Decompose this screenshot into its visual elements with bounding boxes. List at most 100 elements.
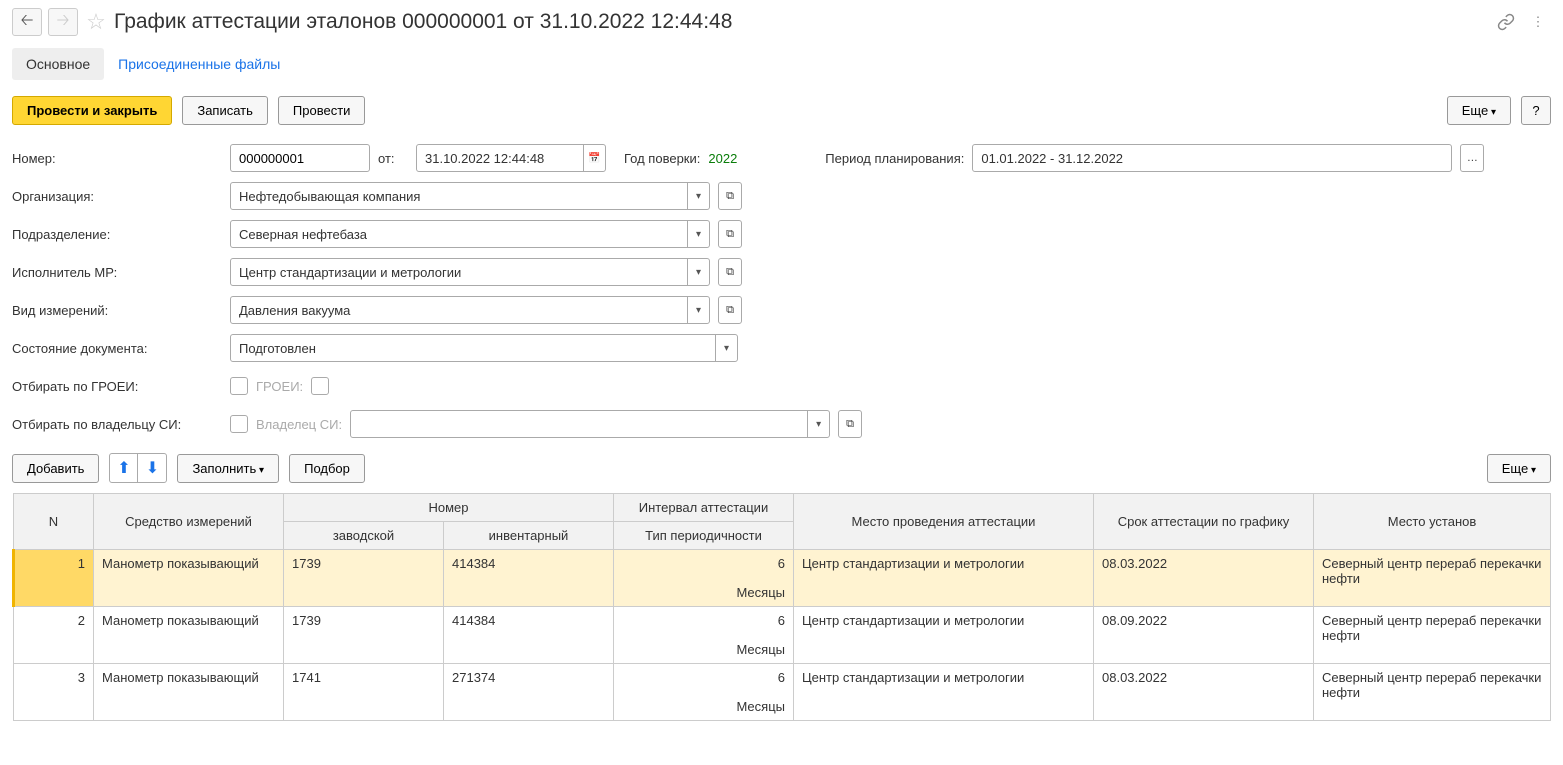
number-input[interactable] [230,144,370,172]
calendar-icon[interactable]: 📅 [583,145,605,171]
cell-factory: 1739 [284,607,444,664]
division-label: Подразделение: [12,227,222,242]
cell-n: 3 [14,664,94,721]
chevron-down-icon[interactable]: ▾ [687,259,709,285]
nav-forward-button[interactable]: 🡢 [48,8,78,36]
cell-location: Центр стандартизации и метрологии [794,607,1094,664]
measurement-type-open-button[interactable]: ⧉ [718,296,742,324]
data-table: N Средство измерений Номер Интервал атте… [12,493,1551,721]
cell-install-location: Северный центр перераб перекачки нефти [1314,550,1551,607]
chevron-down-icon[interactable]: ▾ [807,411,829,437]
cell-deadline: 08.03.2022 [1094,664,1314,721]
chevron-down-icon[interactable]: ▾ [687,297,709,323]
post-and-close-button[interactable]: Провести и закрыть [12,96,172,125]
doc-state-label: Состояние документа: [12,341,222,356]
col-instrument[interactable]: Средство измерений [94,494,284,550]
filter-groei-checkbox[interactable] [230,377,248,395]
year-label: Год поверки: [624,151,700,166]
col-interval[interactable]: Интервал аттестации [614,494,794,522]
executor-label: Исполнитель МР: [12,265,222,280]
executor-value: Центр стандартизации и метрологии [231,261,687,284]
pick-button[interactable]: Подбор [289,454,365,483]
move-down-button[interactable]: ⬇ [138,454,166,482]
cell-interval: 6 Месяцы [614,664,794,721]
org-value: Нефтедобывающая компания [231,185,687,208]
cell-n: 1 [14,550,94,607]
filter-groei-label: Отбирать по ГРОЕИ: [12,379,222,394]
cell-location: Центр стандартизации и метрологии [794,664,1094,721]
cell-factory: 1741 [284,664,444,721]
org-open-button[interactable]: ⧉ [718,182,742,210]
cell-instrument: Манометр показывающий [94,607,284,664]
owner-label: Владелец СИ: [256,417,342,432]
period-ellipsis-button[interactable]: … [1460,144,1484,172]
link-icon[interactable] [1493,9,1519,35]
year-value: 2022 [708,151,737,166]
move-up-button[interactable]: ⬆ [110,454,138,482]
executor-open-button[interactable]: ⧉ [718,258,742,286]
org-label: Организация: [12,189,222,204]
table-row[interactable]: 1 Манометр показывающий 1739 414384 6 Ме… [14,550,1551,607]
measurement-type-select[interactable]: Давления вакуума ▾ [230,296,710,324]
chevron-down-icon[interactable]: ▾ [687,183,709,209]
doc-state-value: Подготовлен [231,337,715,360]
date-input[interactable]: 31.10.2022 12:44:48 📅 [416,144,606,172]
post-button[interactable]: Провести [278,96,366,125]
help-button[interactable]: ? [1521,96,1551,125]
chevron-down-icon[interactable]: ▾ [715,335,737,361]
cell-n: 2 [14,607,94,664]
col-factory[interactable]: заводской [284,522,444,550]
period-label: Период планирования: [825,151,964,166]
filter-owner-label: Отбирать по владельцу СИ: [12,417,222,432]
groei-checkbox[interactable] [311,377,329,395]
owner-select[interactable]: ▾ [350,410,830,438]
cell-interval: 6 Месяцы [614,550,794,607]
executor-select[interactable]: Центр стандартизации и метрологии ▾ [230,258,710,286]
favorite-star-icon[interactable]: ☆ [84,10,108,34]
col-install-location[interactable]: Место установ [1314,494,1551,550]
cell-install-location: Северный центр перераб перекачки нефти [1314,664,1551,721]
kebab-menu-icon[interactable]: ⋮ [1525,9,1551,35]
col-number[interactable]: Номер [284,494,614,522]
cell-inventory: 271374 [444,664,614,721]
cell-factory: 1739 [284,550,444,607]
date-value: 31.10.2022 12:44:48 [417,147,583,170]
table-row[interactable]: 3 Манометр показывающий 1741 271374 6 Ме… [14,664,1551,721]
more-button[interactable]: Еще [1447,96,1511,125]
groei-label: ГРОЕИ: [256,379,303,394]
cell-instrument: Манометр показывающий [94,664,284,721]
page-title: График аттестации эталонов 000000001 от … [114,10,1487,34]
period-value: 01.01.2022 - 31.12.2022 [973,147,1451,170]
number-label: Номер: [12,151,222,166]
col-deadline[interactable]: Срок аттестации по графику [1094,494,1314,550]
cell-deadline: 08.09.2022 [1094,607,1314,664]
fill-button[interactable]: Заполнить [177,454,279,483]
division-value: Северная нефтебаза [231,223,687,246]
tab-attached-files[interactable]: Присоединенные файлы [104,48,294,80]
add-button[interactable]: Добавить [12,454,99,483]
table-more-button[interactable]: Еще [1487,454,1551,483]
col-location[interactable]: Место проведения аттестации [794,494,1094,550]
col-n[interactable]: N [14,494,94,550]
division-select[interactable]: Северная нефтебаза ▾ [230,220,710,248]
save-button[interactable]: Записать [182,96,268,125]
nav-back-button[interactable]: 🡠 [12,8,42,36]
cell-install-location: Северный центр перераб перекачки нефти [1314,607,1551,664]
tab-main[interactable]: Основное [12,48,104,80]
table-row[interactable]: 2 Манометр показывающий 1739 414384 6 Ме… [14,607,1551,664]
measurement-type-label: Вид измерений: [12,303,222,318]
owner-open-button[interactable]: ⧉ [838,410,862,438]
org-select[interactable]: Нефтедобывающая компания ▾ [230,182,710,210]
doc-state-select[interactable]: Подготовлен ▾ [230,334,738,362]
col-inventory[interactable]: инвентарный [444,522,614,550]
period-input[interactable]: 01.01.2022 - 31.12.2022 [972,144,1452,172]
cell-deadline: 08.03.2022 [1094,550,1314,607]
filter-owner-checkbox[interactable] [230,415,248,433]
from-label: от: [378,151,408,166]
chevron-down-icon[interactable]: ▾ [687,221,709,247]
measurement-type-value: Давления вакуума [231,299,687,322]
cell-inventory: 414384 [444,550,614,607]
division-open-button[interactable]: ⧉ [718,220,742,248]
col-period-type[interactable]: Тип периодичности [614,522,794,550]
cell-location: Центр стандартизации и метрологии [794,550,1094,607]
